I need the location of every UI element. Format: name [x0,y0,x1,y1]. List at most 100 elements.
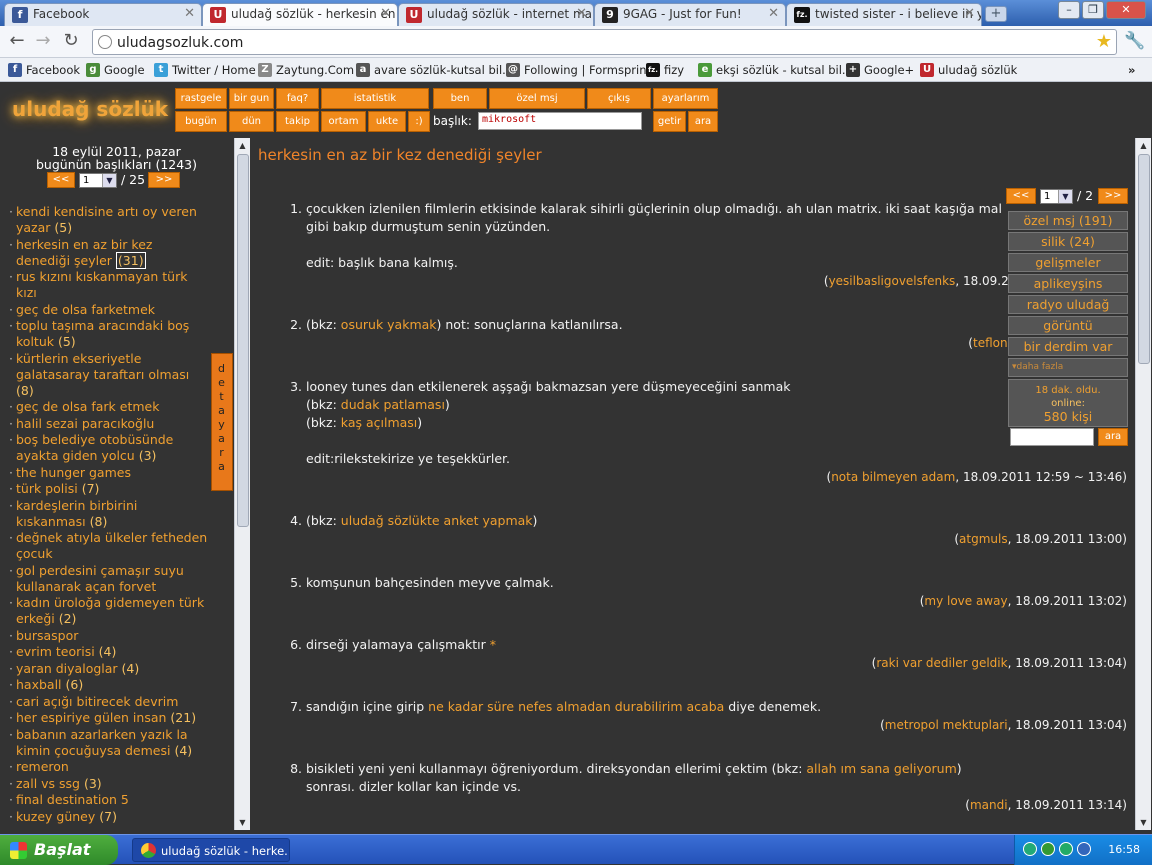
topic-item[interactable]: rus kızını kıskanmayan türk kızı [9,269,210,301]
tab-uludag-internet[interactable]: U uludağ sözlük - internet mahir ✕ [398,3,594,26]
bookmark-fizy[interactable]: fz. fizy [646,63,684,77]
menu-ozel-msj[interactable]: özel msj [489,88,585,109]
close-icon[interactable]: ✕ [380,6,391,21]
update-icon[interactable] [1059,842,1073,856]
close-window-button[interactable]: ✕ [1106,1,1146,19]
bookmark-facebook[interactable]: f Facebook [8,63,80,77]
topic-item[interactable]: kürtlerin ekseriyetle galatasaray taraft… [9,351,210,399]
tab-facebook[interactable]: f Facebook ✕ [4,3,202,26]
topic-item[interactable]: herkesin en az bir kez denediği şeyler (… [9,237,210,269]
forward-arrow-icon[interactable]: → [32,31,54,53]
menu-smiley[interactable]: :) [408,111,430,132]
close-icon[interactable]: ✕ [184,6,195,21]
tab-uludag-herkesin[interactable]: U uludağ sözlük - herkesin en az ✕ [202,3,398,26]
topic-item[interactable]: final destination 5 [9,792,210,808]
wrench-icon[interactable]: 🔧 [1124,31,1145,51]
maximize-button[interactable]: ❐ [1082,1,1104,19]
daha-fazla-toggle[interactable]: ▾daha fazla [1008,358,1128,377]
bookmark-uludag[interactable]: Uuludağ sözlük [920,63,1017,77]
menu-ayarlarim[interactable]: ayarlarım [653,88,718,109]
author-link[interactable]: atgmuls [959,532,1008,546]
bookmark-avare[interactable]: a avare sözlük-kutsal bil... [356,63,513,77]
menu-cikis[interactable]: çıkış [587,88,651,109]
menu-ukte[interactable]: ukte [368,111,406,132]
topic-item[interactable]: babanın azarlarken yazık la kimin çocuğu… [9,727,210,759]
bkz-link[interactable]: osuruk yakmak [341,317,437,332]
tab-9gag[interactable]: 9 9GAG - Just for Fun! ✕ [594,3,786,26]
topic-item[interactable]: toplu taşıma aracındaki boş koltuk (5) [9,318,210,350]
menu-dun[interactable]: dün [229,111,274,132]
menu-ortam[interactable]: ortam [321,111,366,132]
side-link[interactable]: aplikeyşins [1008,274,1128,293]
bookmark-formspring[interactable]: @ Following | Formspring [506,63,654,77]
author-link[interactable]: teflon [973,336,1008,350]
main-page-select[interactable]: 1 ▼ [1040,189,1073,204]
menu-bugun[interactable]: bugün [175,111,227,132]
menu-takip[interactable]: takip [276,111,319,132]
topic-item[interactable]: zall vs ssg (3) [9,776,210,792]
main-next-page-button[interactable]: >> [1098,188,1128,204]
topic-item[interactable]: geç de olsa farketmek [9,302,210,318]
author-link[interactable]: nota bilmeyen adam [831,470,955,484]
star-icon[interactable]: ★ [1096,31,1112,52]
topic-item[interactable]: gol perdesini çamaşır suyu kullanarak aç… [9,563,210,595]
bkz-link[interactable]: dudak patlaması [341,397,445,412]
address-bar[interactable]: uludagsozluk.com ★ [92,29,1117,55]
taskbar-item-chrome[interactable]: uludağ sözlük - herke... [132,838,290,862]
bkz-link[interactable]: uludağ sözlükte anket yapmak [341,513,533,528]
topic-item[interactable]: yaran diyaloglar (4) [9,661,210,677]
bookmark-zaytung[interactable]: Z Zaytung.Com [258,63,354,77]
side-link[interactable]: özel msj (191) [1008,211,1128,230]
ara-button[interactable]: ara [688,111,718,132]
close-icon[interactable]: ✕ [768,6,779,21]
main-scrollbar[interactable]: ▲ ▼ [1135,138,1151,830]
bookmark-twitter[interactable]: t Twitter / Home [154,63,256,77]
tab-fizy[interactable]: fz. twisted sister - i believe in you ✕ [786,3,982,26]
side-link[interactable]: bir derdim var [1008,337,1128,356]
bookmark-google[interactable]: g Google [86,63,145,77]
getir-button[interactable]: getir [653,111,686,132]
topic-title[interactable]: herkesin en az bir kez denediği şeyler [258,146,542,164]
side-link[interactable]: gelişmeler [1008,253,1128,272]
scroll-down-icon[interactable]: ▼ [235,815,250,830]
topic-item[interactable]: türk polisi (7) [9,481,210,497]
download-icon[interactable] [1077,842,1091,856]
prev-page-button[interactable]: << [47,172,75,188]
scroll-up-icon[interactable]: ▲ [1136,138,1151,153]
bkz-link[interactable]: ne kadar süre nefes almadan durabilirim … [428,699,724,714]
author-link[interactable]: metropol mektuplari [885,718,1008,732]
author-link[interactable]: raki var dediler geldik [876,656,1007,670]
side-link[interactable]: görüntü [1008,316,1128,335]
topic-item[interactable]: boş belediye otobüsünde ayakta giden yol… [9,432,210,464]
topic-item[interactable]: kardeşlerin birbirini kıskanması (8) [9,498,210,530]
left-scrollbar[interactable]: ▲ ▼ [234,138,250,830]
topic-item[interactable]: the hunger games [9,465,210,481]
topic-item[interactable]: remeron [9,759,210,775]
topic-item[interactable]: cari açığı bitirecek devrim [9,694,210,710]
bookmark-eksi[interactable]: e ekşi sözlük - kutsal bil... [698,63,853,77]
bkz-link[interactable]: kaş açılması [341,415,417,430]
scroll-up-icon[interactable]: ▲ [235,138,250,153]
more-bookmarks-icon[interactable]: » [1128,63,1135,77]
network-icon[interactable] [1023,842,1037,856]
side-link[interactable]: silik (24) [1008,232,1128,251]
menu-ben[interactable]: ben [433,88,487,109]
today-topics-label[interactable]: bugünün başlıkları (1243) [0,157,233,172]
page-select[interactable]: 1 ▼ [79,173,117,188]
bookmark-googleplus[interactable]: + Google+ [846,63,914,77]
side-ara-button[interactable]: ara [1098,428,1128,446]
author-link[interactable]: my love away [924,594,1007,608]
main-prev-page-button[interactable]: << [1006,188,1036,204]
scroll-thumb[interactable] [237,154,249,527]
topic-item[interactable]: bursaspor [9,628,210,644]
close-icon[interactable]: ✕ [576,6,587,21]
menu-rastgele[interactable]: rastgele [175,88,227,109]
side-search-input[interactable] [1010,428,1094,446]
detay-ara-button[interactable]: detay ara [211,353,233,491]
topic-item[interactable]: kuzey güney (7) [9,809,210,825]
topic-item[interactable]: her espiriye gülen insan (21) [9,710,210,726]
url-text[interactable]: uludagsozluk.com [117,35,243,51]
next-page-button[interactable]: >> [148,172,180,188]
new-tab-button[interactable]: + [985,6,1007,22]
bkz-link[interactable]: allah ım sana geliyorum [806,761,956,776]
